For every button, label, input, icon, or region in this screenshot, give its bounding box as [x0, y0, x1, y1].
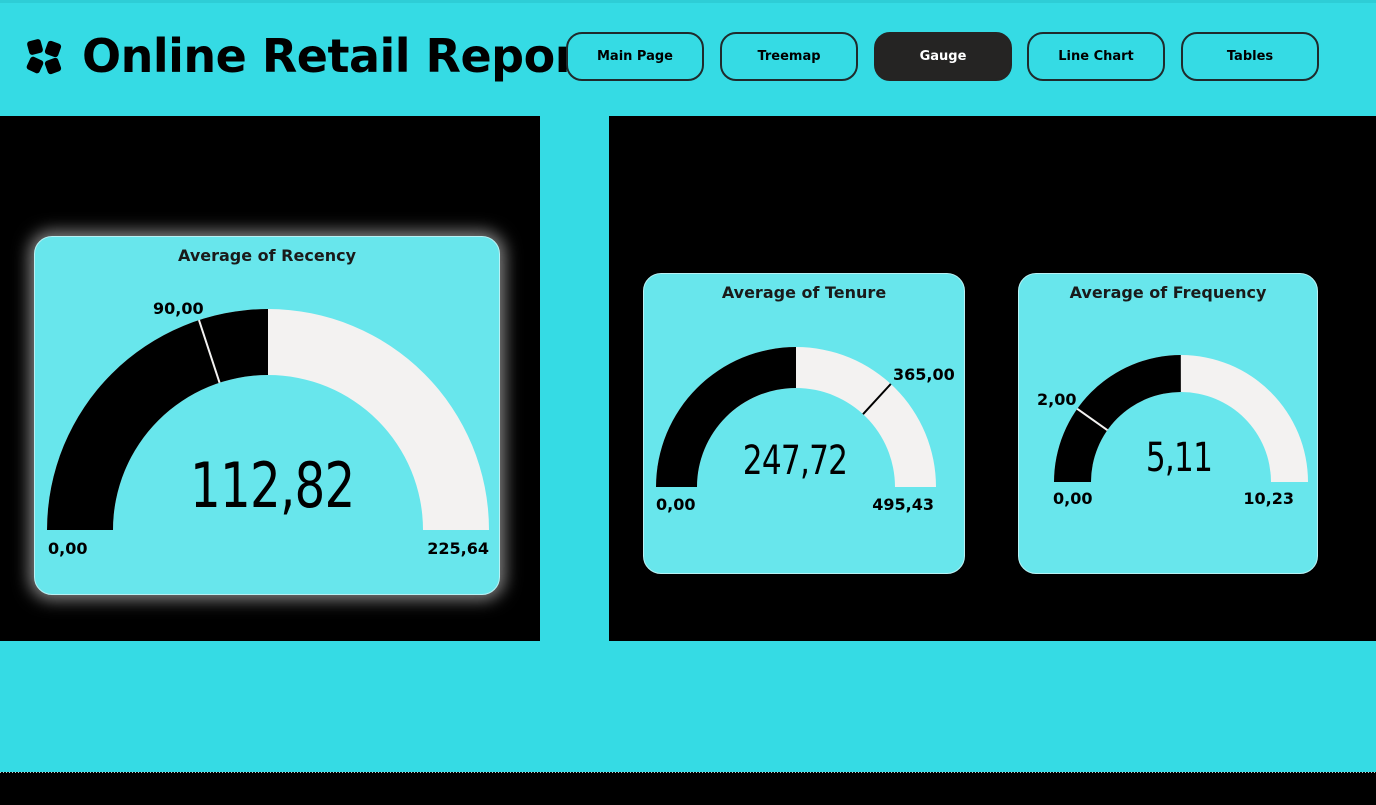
gauge-max-label: 225,64 — [427, 539, 489, 558]
gauge-max-label: 10,23 — [1243, 489, 1294, 508]
nav-treemap-button[interactable]: Treemap — [720, 32, 858, 81]
nav-button-label: Gauge — [919, 49, 967, 64]
tenure-gauge-card[interactable]: Average of Tenure 0,00 495,43 365,00 247… — [643, 273, 965, 574]
nav-line-chart-button[interactable]: Line Chart — [1027, 32, 1165, 81]
gauge-target-label: 90,00 — [153, 299, 204, 318]
top-strip — [0, 0, 1376, 3]
gauge-min-label: 0,00 — [656, 495, 696, 514]
recency-gauge-card[interactable]: Average of Recency 0,00 225,64 90,00 112… — [34, 236, 500, 595]
gauge-value: 112,82 — [190, 449, 355, 522]
gauge-target-label: 2,00 — [1037, 390, 1077, 409]
frequency-gauge-card[interactable]: Average of Frequency 0,00 10,23 2,00 5,1… — [1018, 273, 1318, 574]
nav-button-label: Line Chart — [1058, 49, 1134, 64]
bottom-divider — [0, 772, 1376, 773]
logo-icon — [26, 39, 62, 75]
gauge-value: 247,72 — [742, 438, 848, 484]
gauge-value: 5,11 — [1145, 435, 1213, 481]
gauge-min-label: 0,00 — [48, 539, 88, 558]
gauge-target-label: 365,00 — [893, 365, 955, 384]
nav-button-label: Treemap — [757, 49, 821, 64]
nav-button-label: Main Page — [596, 49, 674, 64]
gauge-min-label: 0,00 — [1053, 489, 1093, 508]
nav-button-label: Tables — [1226, 49, 1274, 64]
nav-gauge-button[interactable]: Gauge — [874, 32, 1012, 81]
gauge-chart — [1054, 355, 1308, 482]
page-title: Online Retail Report — [82, 29, 599, 83]
nav-main-page-button[interactable]: Main Page — [566, 32, 704, 81]
gauge-chart — [656, 347, 936, 487]
bottom-bar — [0, 772, 1376, 805]
nav-tables-button[interactable]: Tables — [1181, 32, 1319, 81]
gauge-max-label: 495,43 — [872, 495, 934, 514]
